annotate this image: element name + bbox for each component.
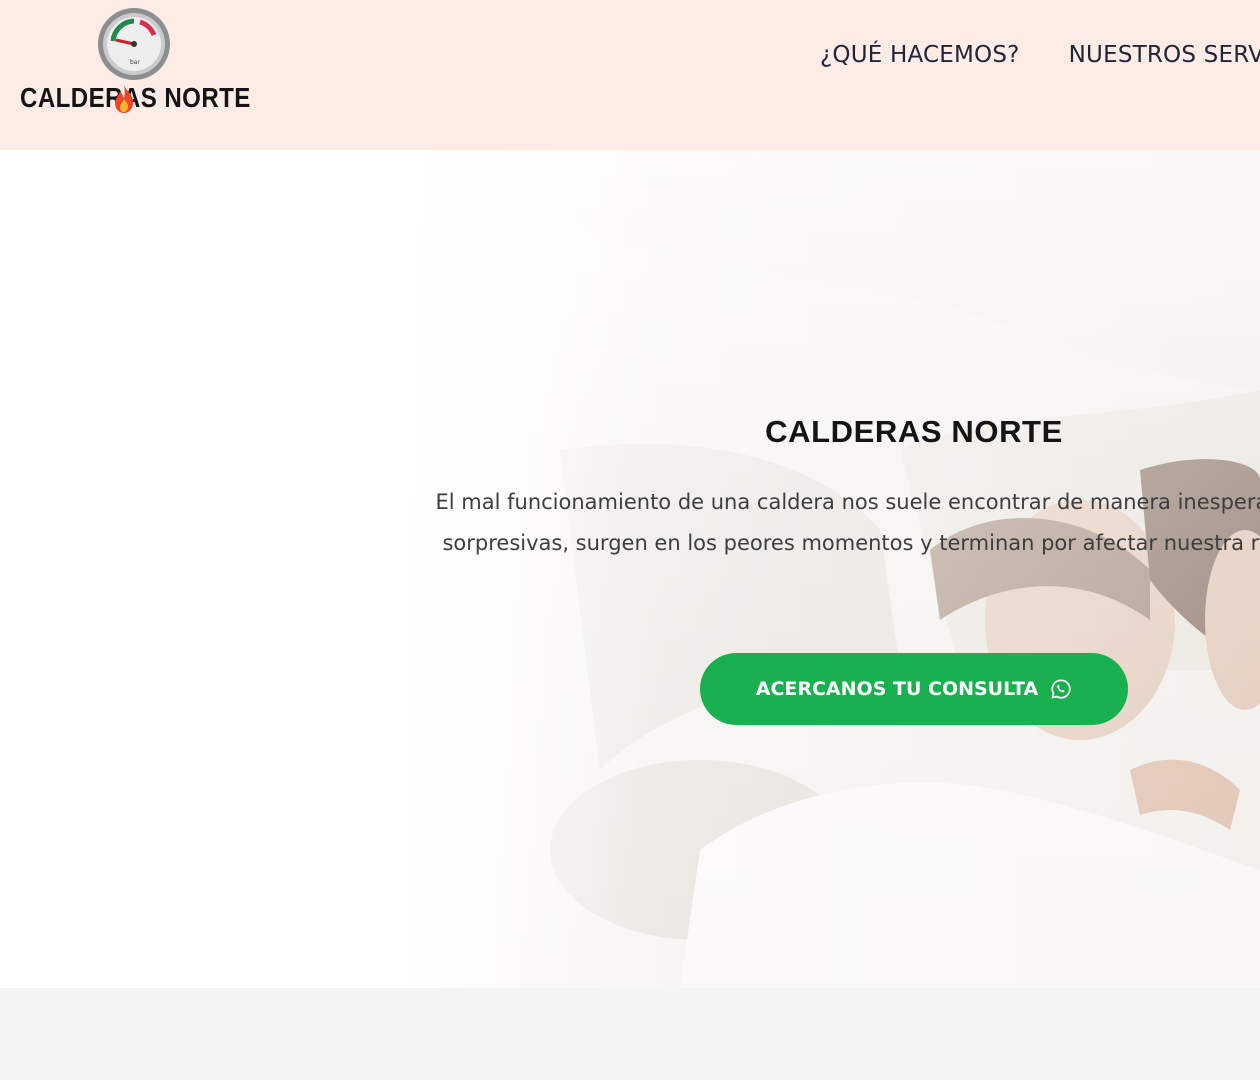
site-logo[interactable]: bar CALDERAS NORTE xyxy=(18,2,250,120)
contact-whatsapp-button[interactable]: ACERCANOS TU CONSULTA xyxy=(700,653,1128,725)
hero-background-image xyxy=(0,150,1260,988)
svg-text:bar: bar xyxy=(130,59,140,66)
hero-title: CALDERAS NORTE xyxy=(765,414,1063,449)
hero-content: CALDERAS NORTE El mal funcionamiento de … xyxy=(370,412,1260,564)
flame-icon xyxy=(115,85,134,113)
nav-item-nuestros-servicios[interactable]: NUESTROS SERVICIOS xyxy=(1069,42,1260,68)
hero-section: CALDERAS NORTE El mal funcionamiento de … xyxy=(0,150,1260,988)
cta-label: ACERCANOS TU CONSULTA xyxy=(755,678,1039,700)
logo-text: CALDERAS NORTE xyxy=(20,82,251,113)
whatsapp-icon xyxy=(1051,679,1071,699)
site-header: bar CALDERAS NORTE ¿QUÉ HACEMOS? NUESTRO… xyxy=(0,0,1260,150)
nav-item-que-hacemos[interactable]: ¿QUÉ HACEMOS? xyxy=(820,42,1020,68)
pressure-gauge-icon: bar xyxy=(98,8,170,80)
hero-description: El mal funcionamiento de una caldera nos… xyxy=(435,490,1260,555)
main-nav: ¿QUÉ HACEMOS? NUESTROS SERVICIOS xyxy=(820,42,1260,68)
next-section-band xyxy=(0,988,1260,1080)
